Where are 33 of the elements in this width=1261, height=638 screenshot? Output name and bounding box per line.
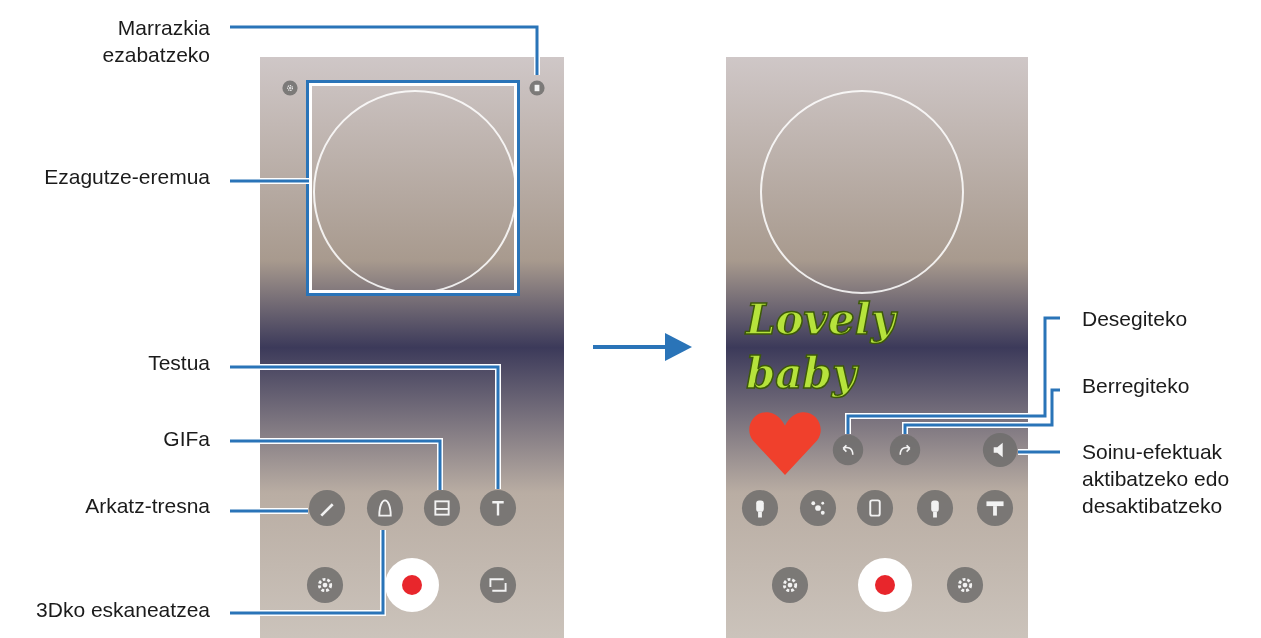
effects-button[interactable] [946, 566, 984, 604]
phone-button[interactable] [856, 489, 894, 527]
text-button[interactable] [479, 489, 517, 527]
settings-button[interactable] [771, 566, 809, 604]
callout-label: 3Dko eskaneatzea [35, 597, 210, 623]
undo-button[interactable] [832, 434, 864, 466]
leader-line [1018, 449, 1060, 455]
marker-button[interactable] [916, 489, 954, 527]
doodle-text: Lovely baby [744, 294, 899, 400]
callout-label: Ezagutze-eremua [43, 164, 210, 190]
sound-button[interactable] [982, 432, 1018, 468]
brush-button[interactable] [741, 489, 779, 527]
record-button[interactable] [385, 558, 439, 612]
callout-label: GIFa [162, 426, 210, 452]
pen-button[interactable] [308, 489, 346, 527]
trash-icon[interactable] [529, 80, 545, 96]
heart-icon [748, 409, 822, 477]
callout-label: Berregiteko [1082, 373, 1191, 399]
callout-label: Soinu-efektuak aktibatzeko edo desaktibatzeko [1082, 439, 1231, 519]
settings-button[interactable] [306, 566, 344, 604]
arrow-icon [593, 333, 692, 361]
switch-camera-button[interactable] [479, 566, 517, 604]
settings-icon[interactable] [282, 80, 298, 96]
callout-label: Arkatz-tresna [84, 493, 210, 519]
gif-button[interactable] [423, 489, 461, 527]
scan-button[interactable] [366, 489, 404, 527]
callout-label: Desegiteko [1082, 306, 1189, 332]
callout-label: Marrazkia ezabatzeko [101, 15, 210, 68]
sparkle-button[interactable] [799, 489, 837, 527]
callout-label: Testua [147, 350, 210, 376]
redo-button[interactable] [889, 434, 921, 466]
roller-button[interactable] [976, 489, 1014, 527]
record-button[interactable] [858, 558, 912, 612]
